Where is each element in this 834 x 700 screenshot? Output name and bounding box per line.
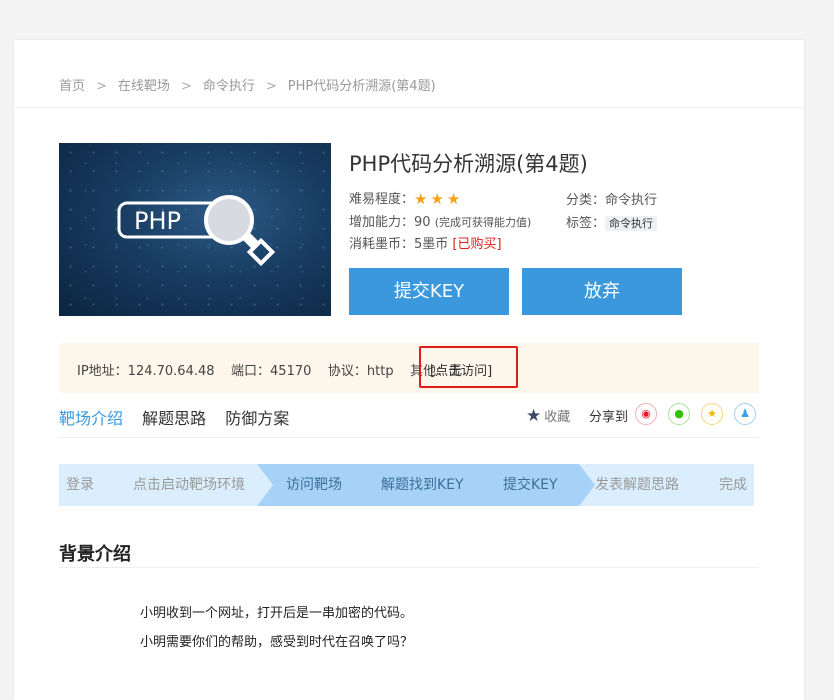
- progress-steps: 登录 点击启动靶场环境 访问靶场 解题找到KEY 提交KEY 发表解题思路 完成: [59, 464, 754, 506]
- difficulty-row: 难易程度：★★★: [349, 188, 464, 208]
- step-start-env: 点击启动靶场环境: [133, 477, 245, 493]
- breadcrumb-current: PHP代码分析溯源(第4题): [287, 79, 436, 94]
- tab-defense[interactable]: 防御方案: [225, 409, 289, 428]
- divider: [14, 107, 804, 108]
- tag-badge[interactable]: 命令执行: [605, 216, 658, 231]
- php-magnifier-icon: PHP: [117, 195, 276, 267]
- challenge-thumbnail: PHP: [59, 143, 331, 316]
- breadcrumb-online-range[interactable]: 在线靶场: [118, 79, 170, 94]
- tab-solution[interactable]: 解题思路: [142, 409, 206, 428]
- breadcrumb-separator: >: [180, 79, 192, 94]
- content-tabs: 靶场介绍 解题思路 防御方案: [59, 405, 303, 429]
- weibo-icon[interactable]: ◉: [635, 403, 657, 425]
- collect-label: 收藏: [544, 410, 571, 425]
- tab-intro[interactable]: 靶场介绍: [59, 409, 123, 428]
- submit-key-button[interactable]: 提交KEY: [349, 268, 509, 315]
- divider: [59, 567, 759, 568]
- description-line: 小明收到一个网址，打开后是一串加密的代码。: [140, 606, 414, 621]
- qq-icon[interactable]: ♟: [734, 403, 756, 425]
- star-icon: ★: [526, 406, 542, 426]
- cost-label: 消耗墨币：5墨币: [349, 237, 449, 252]
- breadcrumb-separator: >: [96, 79, 107, 94]
- wechat-icon[interactable]: ●: [668, 403, 690, 425]
- step-post-solution: 发表解题思路: [595, 477, 679, 493]
- target-info-bar: IP地址：124.70.64.48 端口：45170 协议：http 其他：无 …: [59, 343, 759, 393]
- breadcrumb-separator: >: [265, 79, 277, 94]
- difficulty-stars: ★★★: [414, 190, 464, 208]
- challenge-title: PHP代码分析溯源(第4题): [349, 152, 588, 176]
- category-label: 分类：命令执行: [566, 193, 658, 208]
- step-complete: 完成: [719, 477, 747, 493]
- thumbnail-php-text: PHP: [134, 207, 181, 235]
- breadcrumb-command-exec[interactable]: 命令执行: [203, 79, 255, 94]
- gain-note: (完成可获得能力值): [434, 216, 532, 229]
- step-login: 登录: [66, 477, 94, 493]
- divider: [59, 437, 759, 438]
- tag-label: 标签：: [566, 216, 606, 231]
- tag-row: 标签： 命令执行: [566, 212, 658, 231]
- step-submit-key: 提交KEY: [503, 477, 558, 493]
- breadcrumb-home[interactable]: 首页: [59, 79, 85, 94]
- step-visit-range: 访问靶场: [286, 477, 342, 493]
- purchased-badge: [已购买]: [452, 237, 502, 252]
- collect-button[interactable]: ★ 收藏: [526, 406, 570, 426]
- highlight-box: [419, 346, 518, 388]
- section-title: 背景介绍: [59, 544, 131, 565]
- target-address-info: IP地址：124.70.64.48 端口：45170 协议：http 其他：无: [77, 364, 463, 379]
- gain-label: 增加能力：90: [349, 215, 431, 230]
- give-up-button[interactable]: 放弃: [522, 268, 682, 315]
- step-find-key: 解题找到KEY: [381, 477, 464, 493]
- difficulty-label: 难易程度：: [349, 192, 415, 207]
- share-label: 分享到: [589, 410, 629, 425]
- challenge-card: 首页 > 在线靶场 > 命令执行 > PHP代码分析溯源(第4题) PHP PHP代码分析溯…: [14, 40, 804, 700]
- cost-row: 消耗墨币：5墨币 [已购买]: [349, 233, 502, 252]
- breadcrumb: 首页 > 在线靶场 > 命令执行 > PHP代码分析溯源(第4题): [59, 75, 436, 94]
- gain-row: 增加能力：90 (完成可获得能力值): [349, 211, 531, 230]
- qzone-icon[interactable]: ★: [701, 403, 723, 425]
- description-line: 小明需要你们的帮助，感受到时代在召唤了吗？: [140, 635, 414, 650]
